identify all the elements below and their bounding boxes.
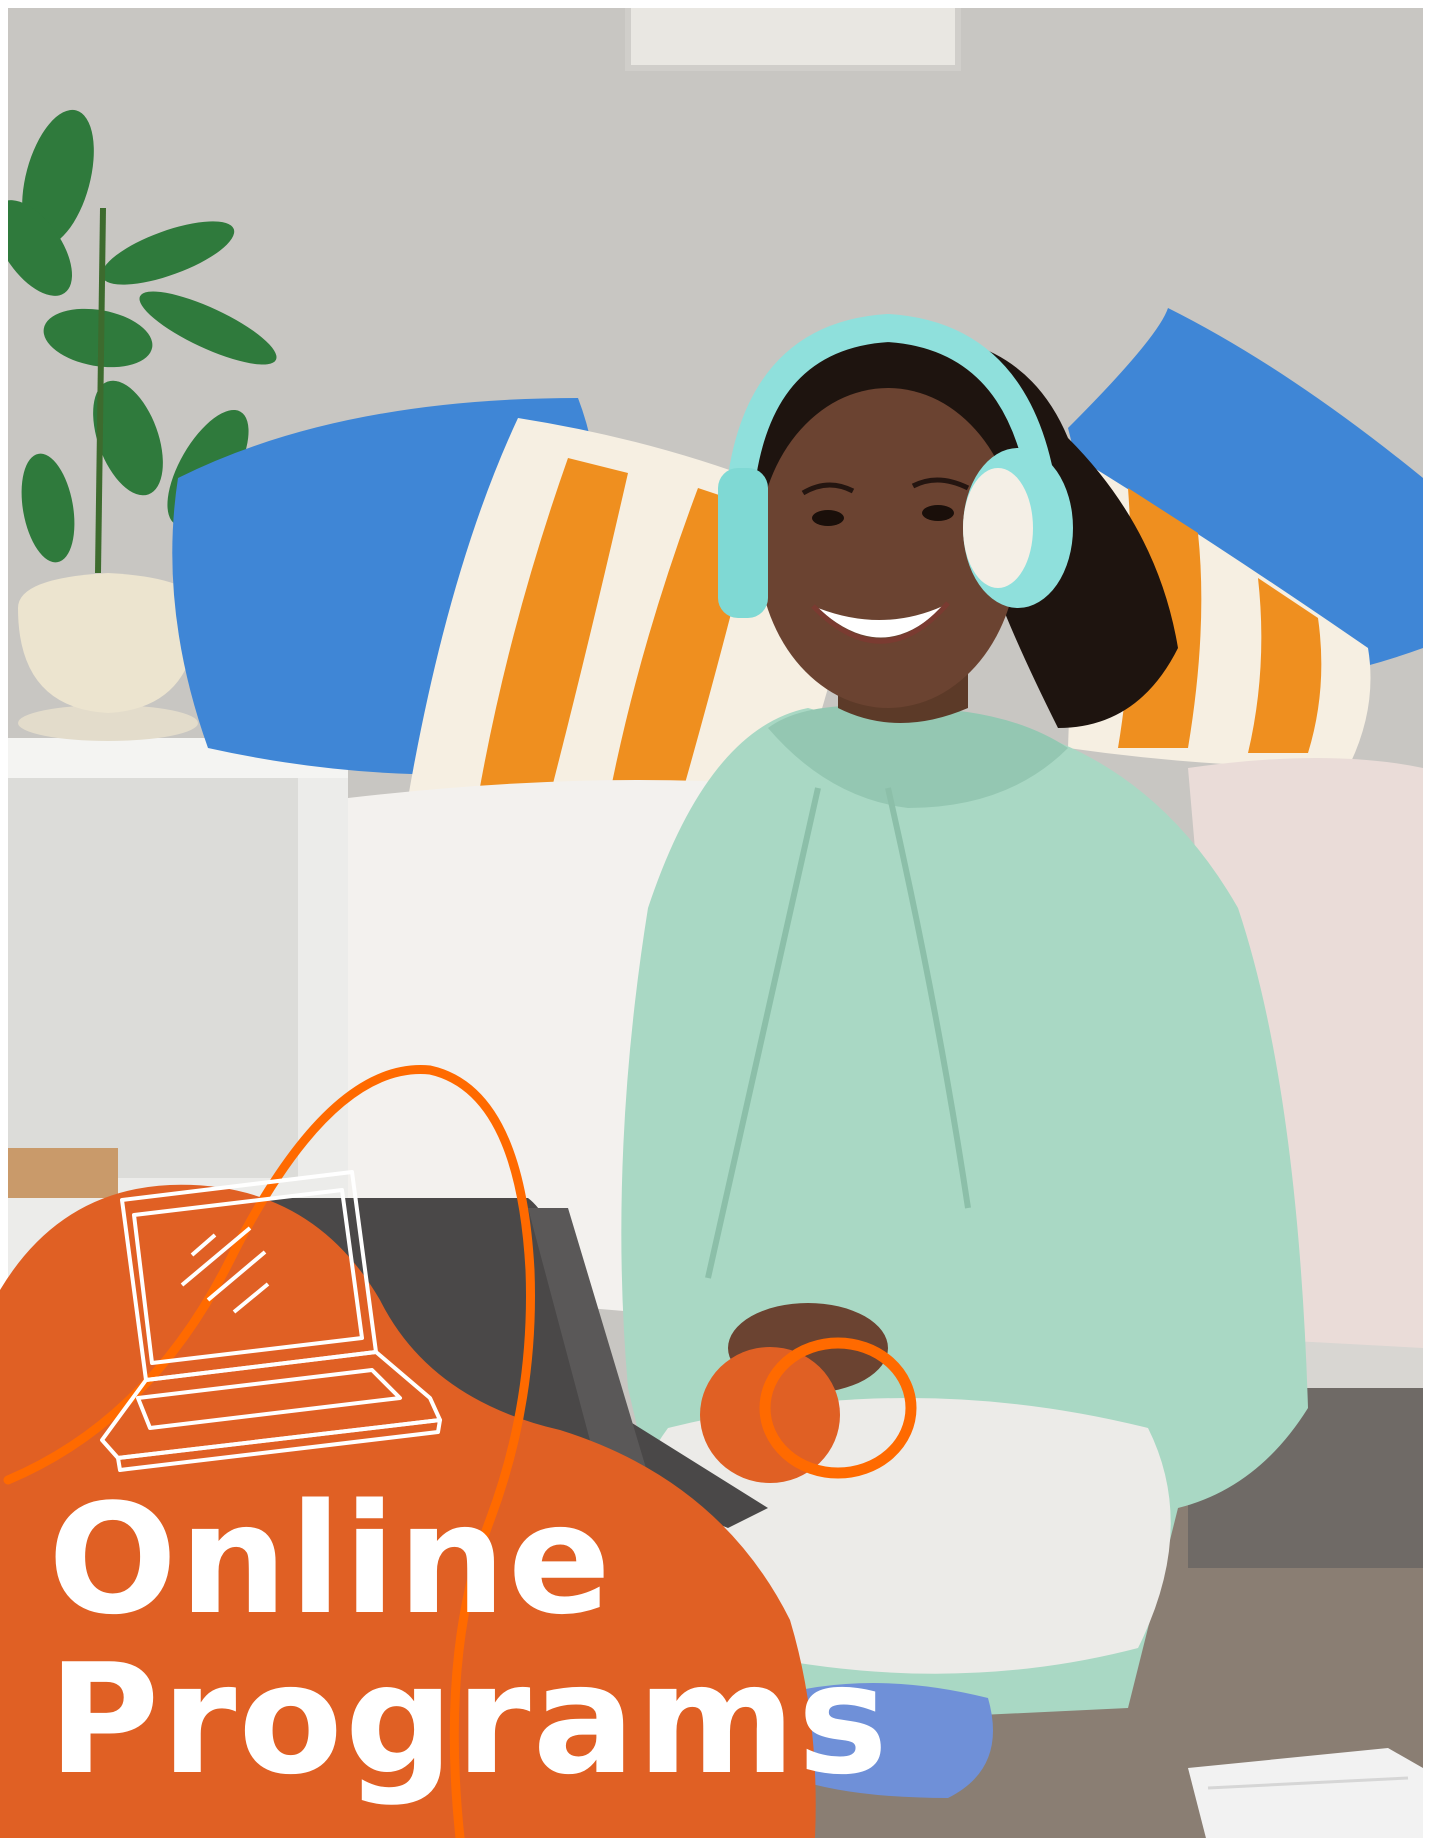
online-programs-page: Online Programs — [0, 0, 1431, 1838]
headline-line-2: Programs — [48, 1631, 890, 1808]
page-title: Online Programs — [48, 1480, 890, 1800]
headline-line-1: Online — [48, 1471, 613, 1648]
